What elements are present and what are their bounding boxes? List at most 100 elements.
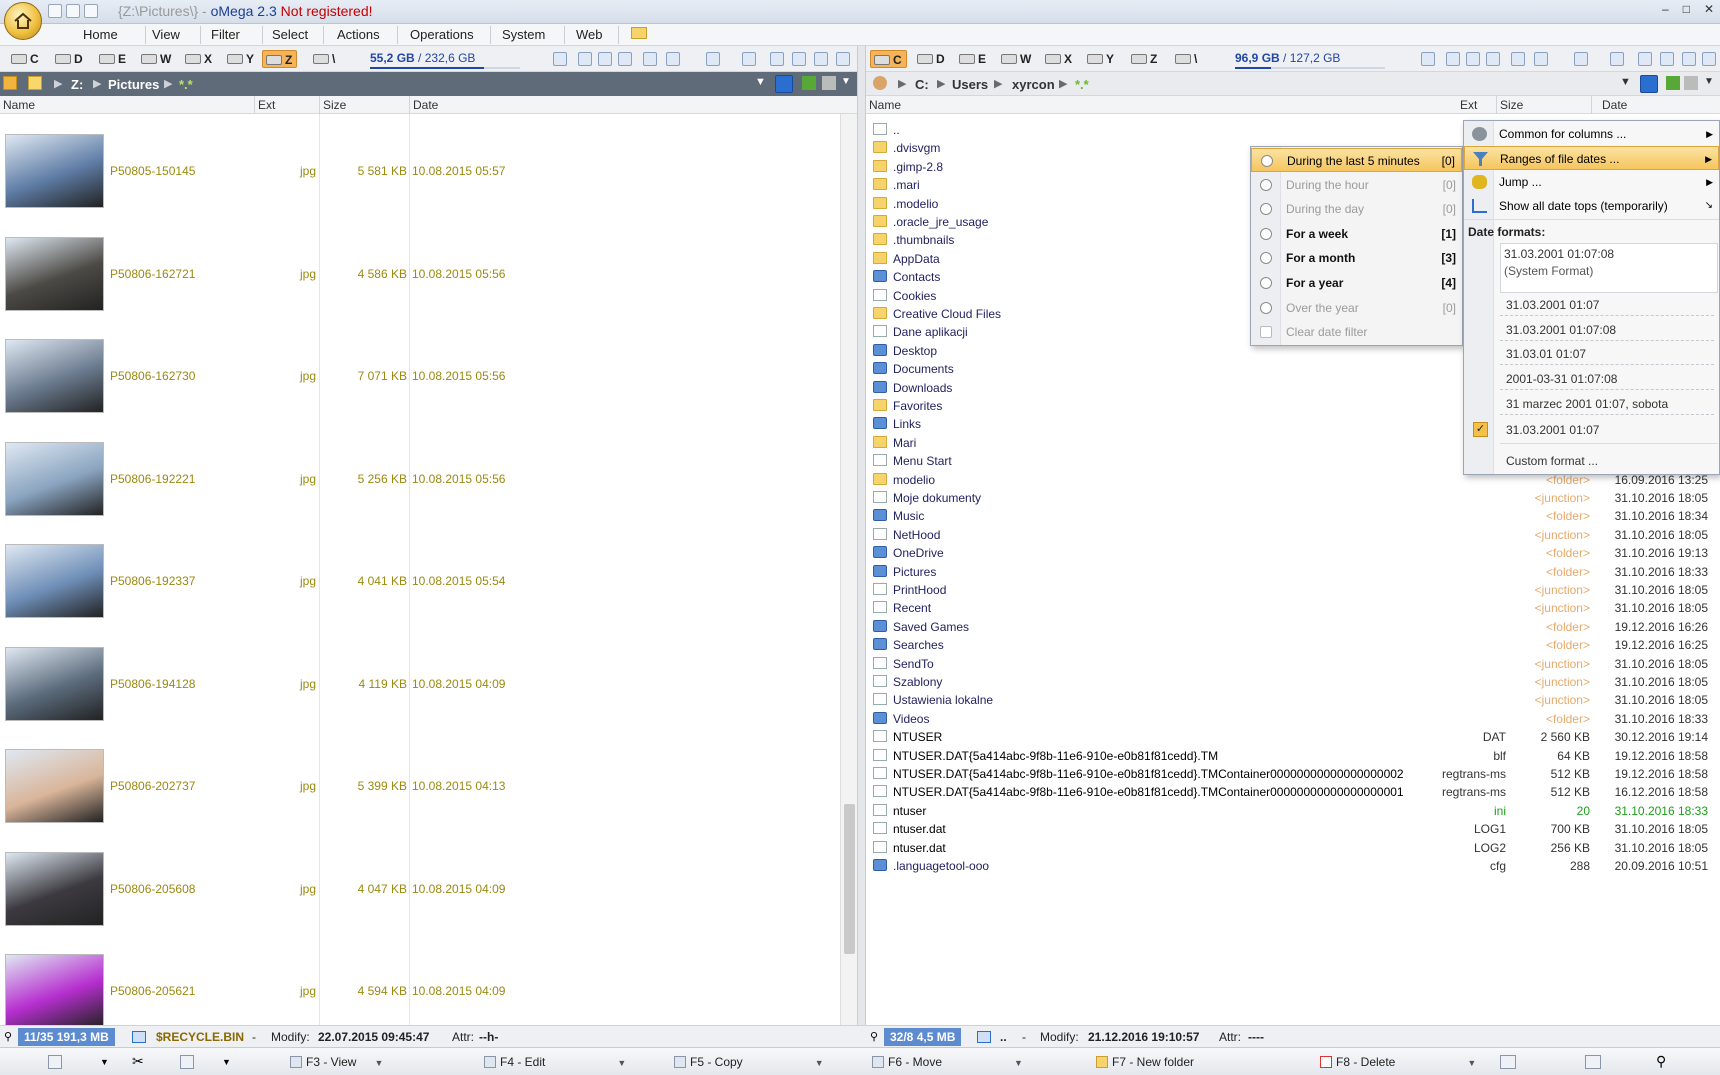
compare-icon[interactable] [742, 52, 756, 66]
date-range-option[interactable]: During the last 5 minutes [0] [1251, 148, 1462, 172]
format-option-selected[interactable]: 31.03.2001 01:07 [1506, 423, 1599, 437]
select-icon[interactable] [1466, 52, 1480, 66]
menu-view[interactable]: View [152, 27, 180, 42]
file-row[interactable]: Music <folder> 31.10.2016 18:34 [866, 507, 1720, 525]
filter-icon[interactable] [1486, 52, 1500, 66]
left-path-bar[interactable]: ▶ Z: ▶ Pictures ▶ *.* ▼ ▼ [0, 72, 857, 96]
drive-d-button[interactable]: D [914, 50, 949, 68]
drive-z-button[interactable]: Z [262, 50, 298, 68]
menu-web[interactable]: Web [576, 27, 603, 42]
drive-y-button[interactable]: Y [1084, 50, 1118, 68]
refresh-icon[interactable] [775, 75, 793, 93]
user-icon[interactable] [873, 76, 887, 90]
columns-icon[interactable] [1534, 52, 1548, 66]
column-name[interactable]: Name [3, 98, 35, 112]
drive-x-button[interactable]: X [1042, 50, 1076, 68]
drive-e-button[interactable]: E [956, 50, 990, 68]
file-row[interactable]: P50806-192337 jpg 4 041 KB 10.08.2015 05:54 [0, 534, 840, 636]
file-row[interactable]: NTUSER.DAT{5a414abc-9f8b-11e6-910e-e0b81… [866, 765, 1720, 783]
breadcrumb-drive[interactable]: Z: [71, 77, 83, 92]
qat-button[interactable] [84, 4, 98, 18]
close-button[interactable]: ✕ [1704, 2, 1714, 16]
f6-move-button[interactable]: F6 - Move ▼ [872, 1055, 1023, 1069]
edit-path-icon[interactable] [28, 76, 42, 90]
menu-filter[interactable]: Filter [211, 27, 240, 42]
breadcrumb-drive[interactable]: C: [915, 77, 929, 92]
view-icon[interactable] [1446, 52, 1460, 66]
custom-format-item[interactable]: Custom format ... [1506, 454, 1598, 468]
back-icon[interactable] [1666, 76, 1680, 90]
file-row[interactable]: Moje dokumenty <junction> 31.10.2016 18:05 [866, 489, 1720, 507]
view-icon[interactable] [578, 52, 592, 66]
file-row[interactable]: P50806-162730 jpg 7 071 KB 10.08.2015 05:56 [0, 329, 840, 431]
filter-icon[interactable] [618, 52, 632, 66]
layout-icon[interactable] [1585, 1055, 1601, 1069]
history-icon[interactable]: ▼ [1704, 76, 1714, 87]
sync-icon[interactable] [706, 52, 720, 66]
date-range-option[interactable]: During the day [0] [1251, 197, 1462, 221]
search-icon[interactable]: ⚲ [1656, 1053, 1666, 1070]
right-path-bar[interactable]: ▶ C: ▶ Users ▶ xyrcon ▶ *.* ▼ ▼ [866, 72, 1720, 96]
tools-icon[interactable] [1702, 52, 1716, 66]
back-icon[interactable] [802, 76, 816, 90]
breadcrumb-mask[interactable]: *.* [179, 77, 193, 92]
date-range-option[interactable]: Clear date filter [1251, 320, 1462, 344]
tools-icon[interactable] [836, 52, 850, 66]
file-row[interactable]: P50805-150145 jpg 5 581 KB 10.08.2015 05:57 [0, 124, 840, 226]
file-row[interactable]: NTUSER DAT 2 560 KB 30.12.2016 19:14 [866, 728, 1720, 746]
drive-c-button[interactable]: C [8, 50, 43, 68]
file-row[interactable]: Searches <folder> 19.12.2016 16:25 [866, 636, 1720, 654]
file-row[interactable]: ntuser.dat LOG1 700 KB 31.10.2016 18:05 [866, 820, 1720, 838]
history-icon[interactable]: ▼ [841, 76, 851, 87]
format-option-iso[interactable]: 2001-03-31 01:07:08 [1506, 372, 1617, 386]
drive-d-button[interactable]: D [52, 50, 87, 68]
preview-icon[interactable] [643, 52, 657, 66]
column-ext[interactable]: Ext [258, 98, 275, 112]
format-option-system[interactable]: 31.03.2001 01:07:08 (System Format) [1500, 243, 1718, 293]
f5-copy-button[interactable]: F5 - Copy ▼ [674, 1055, 824, 1069]
menu-common-columns[interactable]: Common for columns ... ▶ [1464, 122, 1719, 146]
compare-icon[interactable] [1610, 52, 1624, 66]
file-row[interactable]: Videos <folder> 31.10.2016 18:33 [866, 710, 1720, 728]
file-row[interactable]: ntuser.dat LOG2 256 KB 31.10.2016 18:05 [866, 839, 1720, 857]
network-button[interactable]: \ [310, 50, 339, 68]
cut-icon[interactable]: ✂ [132, 1053, 144, 1070]
f3-view-button[interactable]: F3 - View ▼ [290, 1055, 383, 1069]
file-row[interactable]: P50806-192221 jpg 5 256 KB 10.08.2015 05:56 [0, 432, 840, 534]
format-option-long[interactable]: 31.03.2001 01:07:08 [1506, 323, 1616, 337]
search-icon[interactable]: ⚲ [870, 1030, 878, 1043]
settings-icon[interactable] [1500, 1055, 1516, 1069]
file-row[interactable]: NTUSER.DAT{5a414abc-9f8b-11e6-910e-e0b81… [866, 783, 1720, 801]
minimize-button[interactable]: – [1662, 2, 1669, 16]
refresh-icon[interactable] [1640, 75, 1658, 93]
file-row[interactable]: Ustawienia lokalne <junction> 31.10.2016 1… [866, 691, 1720, 709]
search-icon[interactable]: ⚲ [4, 1030, 12, 1043]
column-date[interactable]: Date [1602, 98, 1627, 112]
tools-icon[interactable] [1660, 52, 1674, 66]
paste-icon[interactable] [180, 1055, 194, 1069]
drive-w-button[interactable]: W [138, 50, 175, 68]
f7-new-folder-button[interactable]: F7 - New folder [1096, 1055, 1194, 1069]
search-icon[interactable] [1421, 52, 1435, 66]
date-range-option[interactable]: During the hour [0] [1251, 173, 1462, 197]
qat-button[interactable] [66, 4, 80, 18]
breadcrumb-pictures[interactable]: Pictures [108, 77, 159, 92]
breadcrumb-users[interactable]: Users [952, 77, 988, 92]
file-row[interactable]: P50806-205608 jpg 4 047 KB 10.08.2015 04:09 [0, 842, 840, 944]
drive-z-button[interactable]: Z [1128, 50, 1161, 68]
left-scrollbar[interactable] [840, 114, 857, 1048]
preview-icon[interactable] [1511, 52, 1525, 66]
format-option-verbose[interactable]: 31 marzec 2001 01:07, sobota [1506, 397, 1668, 411]
folder-tree-icon[interactable] [3, 76, 17, 90]
file-row[interactable]: SendTo <junction> 31.10.2016 18:05 [866, 655, 1720, 673]
file-row[interactable]: P50806-194128 jpg 4 119 KB 10.08.2015 04:09 [0, 637, 840, 739]
forward-icon[interactable] [822, 76, 836, 90]
menu-system[interactable]: System [502, 27, 545, 42]
tools-icon[interactable] [1682, 52, 1696, 66]
column-size[interactable]: Size [1500, 98, 1523, 112]
menu-jump[interactable]: Jump ... ▶ [1464, 170, 1719, 194]
chevron-down-icon[interactable]: ▼ [1620, 76, 1631, 88]
file-row[interactable]: P50806-162721 jpg 4 586 KB 10.08.2015 05:56 [0, 227, 840, 329]
column-date[interactable]: Date [413, 98, 438, 112]
qat-button[interactable] [48, 4, 62, 18]
